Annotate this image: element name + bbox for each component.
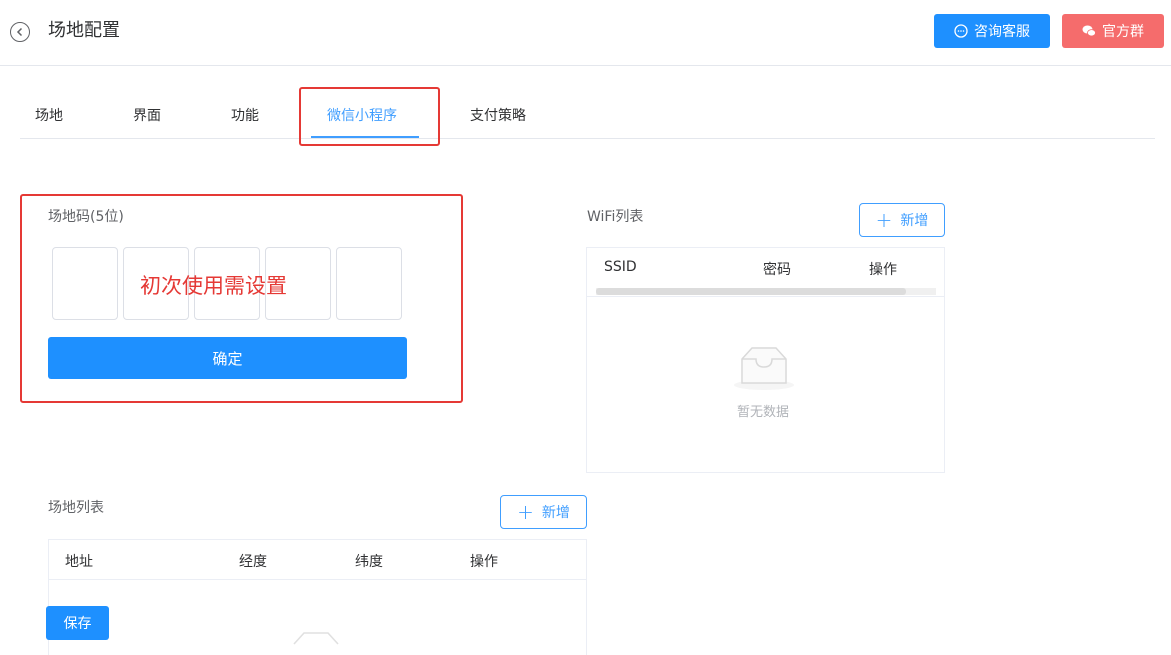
tab-venue[interactable]: 场地 — [35, 96, 63, 138]
venue-column-actions: 操作 — [470, 554, 498, 570]
consult-service-button[interactable]: 咨询客服 — [934, 14, 1050, 48]
tab-interface[interactable]: 界面 — [133, 96, 161, 138]
add-wifi-label: 新增 — [900, 213, 929, 229]
tab-bar: 场地 界面 功能 微信小程序 支付策略 — [20, 96, 1155, 139]
page-header: 场地配置 咨询客服 官方群 — [0, 0, 1171, 66]
wifi-column-password: 密码 — [763, 262, 791, 278]
official-group-label: 官方群 — [1102, 24, 1144, 40]
back-icon[interactable] — [10, 22, 30, 42]
official-group-button[interactable]: 官方群 — [1062, 14, 1164, 48]
venue-code-label: 场地码(5位) — [48, 209, 124, 225]
venue-table-header-divider — [49, 579, 586, 580]
wifi-column-ssid: SSID — [604, 259, 637, 275]
consult-service-label: 咨询客服 — [974, 24, 1030, 40]
plus-icon: + — [517, 500, 534, 524]
venue-code-digit-1[interactable] — [52, 247, 118, 320]
empty-box-icon — [293, 632, 339, 645]
tab-function[interactable]: 功能 — [231, 96, 259, 138]
venue-column-address: 地址 — [65, 554, 93, 570]
add-venue-label: 新增 — [541, 505, 570, 521]
plus-icon: + — [875, 208, 893, 232]
wifi-column-actions: 操作 — [869, 262, 897, 278]
add-venue-button[interactable]: + 新增 — [500, 495, 587, 529]
wechat-icon — [1082, 25, 1096, 37]
tab-wechat-miniprogram[interactable]: 微信小程序 — [327, 96, 397, 138]
active-tab-indicator — [311, 136, 419, 138]
chat-bubble-icon — [954, 24, 968, 38]
wifi-table-header-divider — [587, 296, 944, 297]
venue-column-latitude: 纬度 — [355, 554, 383, 570]
wifi-list-title: WiFi列表 — [587, 209, 644, 225]
wifi-empty-text: 暂无数据 — [737, 405, 790, 420]
save-button[interactable]: 保存 — [46, 606, 109, 640]
venue-column-longitude: 经度 — [239, 554, 267, 570]
wifi-table-scrollbar-thumb[interactable] — [596, 288, 906, 295]
add-wifi-button[interactable]: + 新增 — [859, 203, 945, 237]
empty-box-icon — [734, 347, 794, 390]
venue-list-title: 场地列表 — [48, 500, 104, 516]
confirm-button[interactable]: 确定 — [48, 337, 407, 379]
page-title: 场地配置 — [48, 20, 120, 41]
setup-hint-text: 初次使用需设置 — [140, 274, 287, 298]
venue-code-digit-5[interactable] — [336, 247, 402, 320]
tab-payment-strategy[interactable]: 支付策略 — [470, 96, 526, 138]
